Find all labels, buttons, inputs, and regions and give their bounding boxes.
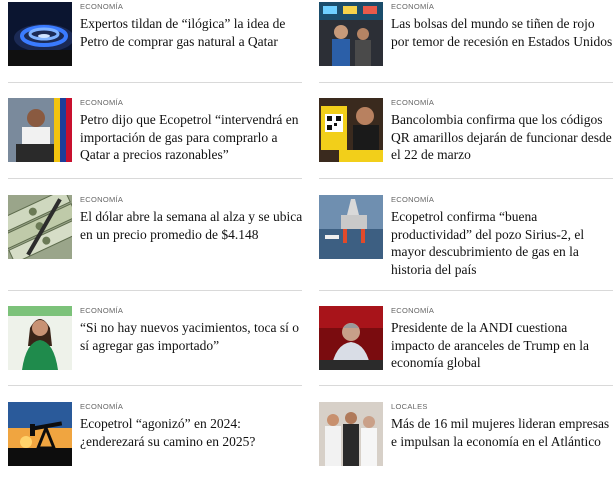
divider (8, 290, 302, 291)
article-headline[interactable]: Ecopetrol “agonizó” en 2024: ¿enderezará… (80, 415, 305, 450)
divider (8, 178, 302, 179)
article-thumbnail-qr-code-sign[interactable] (319, 98, 383, 162)
article-category: ECONOMÍA (80, 402, 124, 411)
article-category: ECONOMÍA (80, 98, 124, 107)
article-thumbnail-president-podium[interactable] (8, 98, 72, 162)
article-headline[interactable]: Las bolsas del mundo se tiñen de rojo po… (391, 15, 613, 50)
article-thumbnail-stock-traders[interactable] (319, 2, 383, 66)
article-thumbnail-offshore-rig[interactable] (319, 195, 383, 259)
article-headline[interactable]: “Si no hay nuevos yacimientos, toca sí o… (80, 319, 305, 354)
article-headline[interactable]: El dólar abre la semana al alza y se ubi… (80, 208, 305, 243)
article-thumbnail-dollar-bills[interactable] (8, 195, 72, 259)
divider (319, 385, 613, 386)
article-headline[interactable]: Presidente de la ANDI cuestiona impacto … (391, 319, 613, 372)
article-thumbnail-gas-flame[interactable] (8, 2, 72, 66)
article-thumbnail-women-group[interactable] (319, 402, 383, 466)
divider (319, 178, 613, 179)
divider (319, 290, 613, 291)
article-headline[interactable]: Expertos tildan de “ilógica” la idea de … (80, 15, 305, 50)
article-category: ECONOMÍA (391, 195, 435, 204)
divider (8, 82, 302, 83)
article-thumbnail-pumpjack-sunset[interactable] (8, 402, 72, 466)
article-thumbnail-woman-portrait[interactable] (8, 306, 72, 370)
divider (8, 385, 302, 386)
article-category: ECONOMÍA (391, 306, 435, 315)
article-headline[interactable]: Petro dijo que Ecopetrol “intervendrá en… (80, 111, 305, 164)
article-category: ECONOMÍA (391, 2, 435, 11)
article-headline[interactable]: Bancolombia confirma que los códigos QR … (391, 111, 613, 164)
article-category: ECONOMÍA (80, 306, 124, 315)
article-category: ECONOMÍA (391, 98, 435, 107)
article-headline[interactable]: Más de 16 mil mujeres lideran empresas e… (391, 415, 613, 450)
divider (319, 82, 613, 83)
article-headline[interactable]: Ecopetrol confirma “buena productividad”… (391, 208, 613, 278)
article-category: LOCALES (391, 402, 428, 411)
article-category: ECONOMÍA (80, 2, 124, 11)
article-thumbnail-speaker-stage[interactable] (319, 306, 383, 370)
article-category: ECONOMÍA (80, 195, 124, 204)
